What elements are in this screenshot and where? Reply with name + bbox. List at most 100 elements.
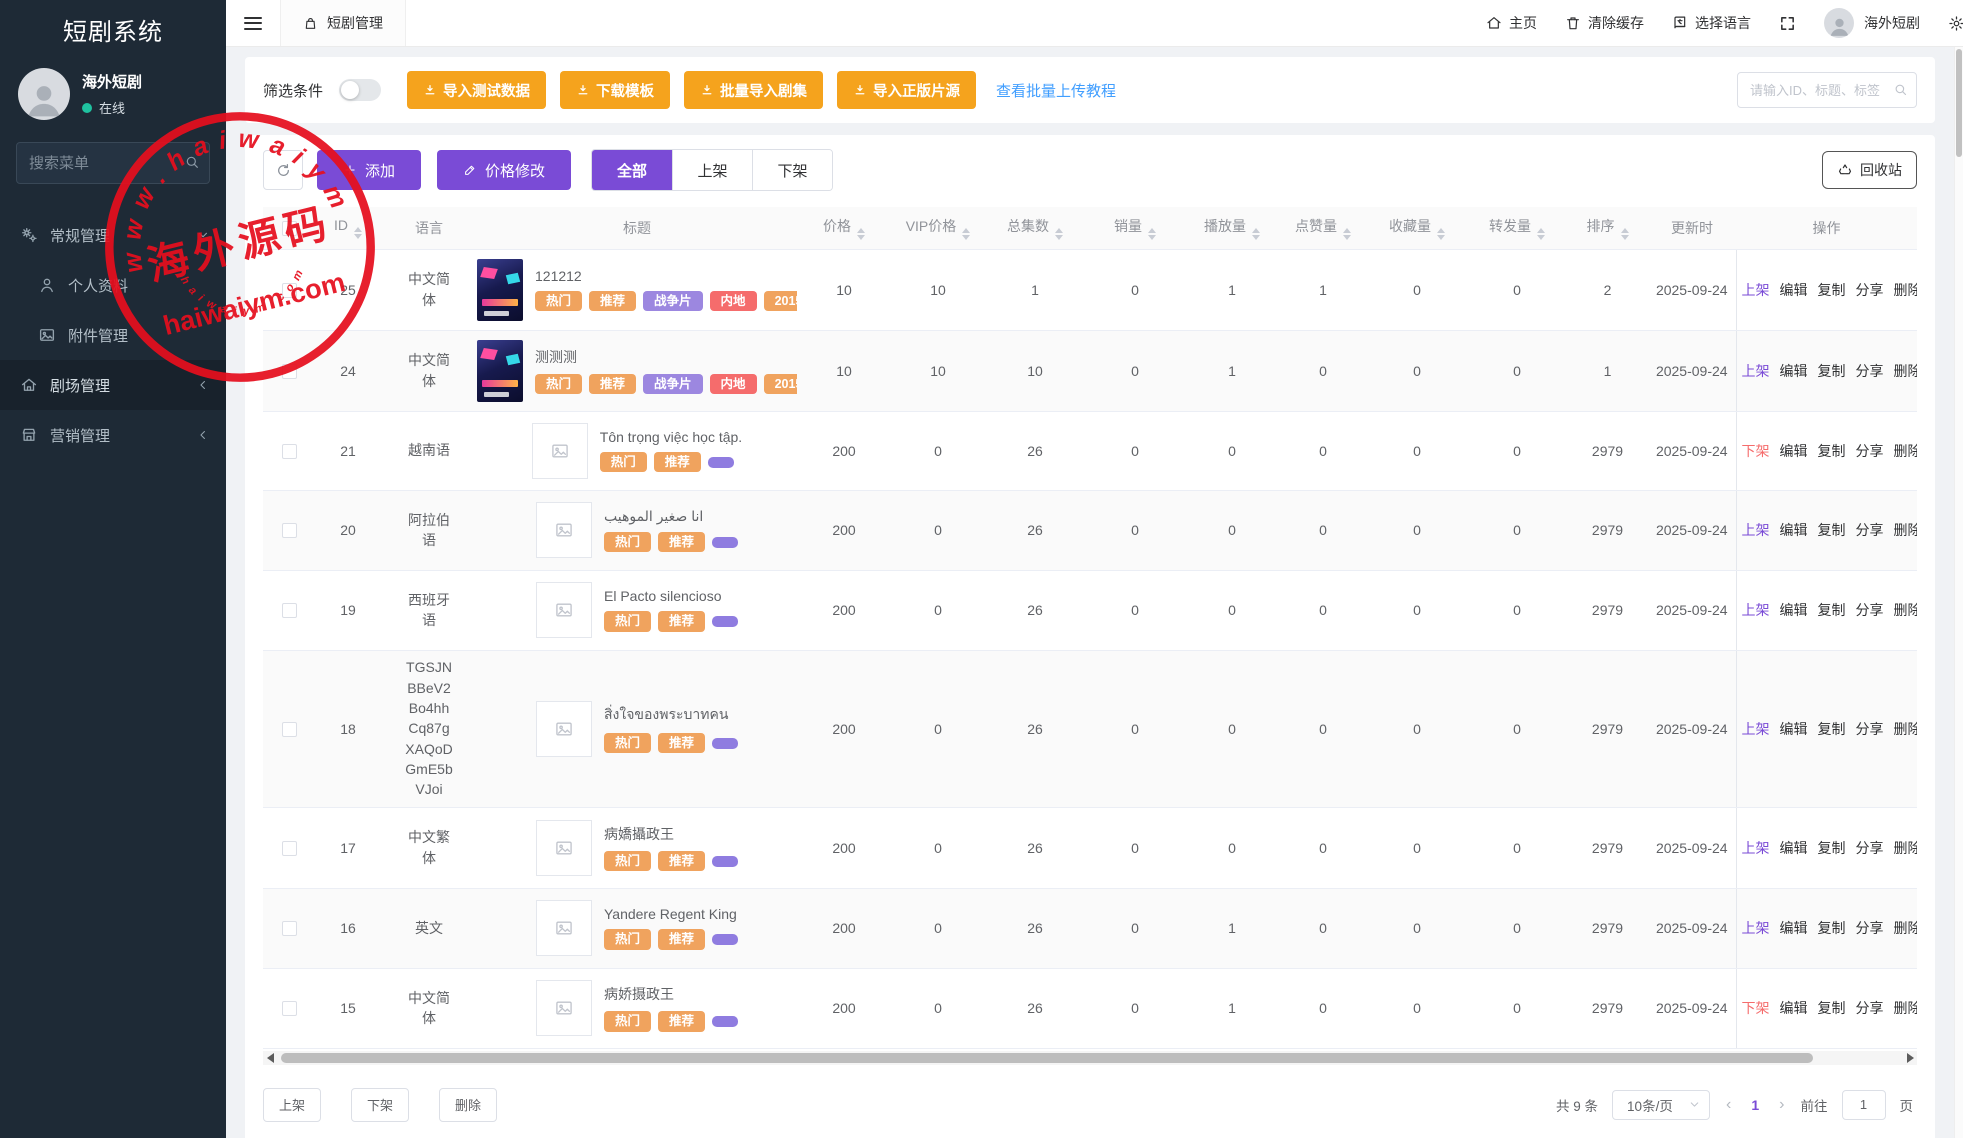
status-toggle-link[interactable]: 上架 [1742,282,1770,298]
poster-thumbnail[interactable] [477,339,523,402]
scrollbar-thumb[interactable] [1956,49,1962,157]
status-toggle-link[interactable]: 上架 [1742,920,1770,936]
sort-icon[interactable] [1148,227,1156,240]
op-link[interactable]: 编辑 [1780,721,1808,737]
row-checkbox[interactable] [281,840,297,856]
scroll-left-arrow[interactable] [263,1051,277,1065]
op-link[interactable]: 删除 [1894,721,1918,737]
status-toggle-link[interactable]: 上架 [1742,602,1770,618]
op-link[interactable]: 分享 [1856,920,1884,936]
batch-button-0[interactable]: 上架 [263,1087,322,1122]
settings-gear-icon[interactable] [1948,15,1963,32]
op-link[interactable]: 复制 [1818,363,1846,379]
prev-page-button[interactable]: ‹ [1724,1096,1733,1114]
import-button-0[interactable]: 导入测试数据 [407,71,547,109]
op-link[interactable]: 分享 [1856,840,1884,856]
status-toggle-link[interactable]: 上架 [1742,721,1770,737]
nav-link-0[interactable]: 主页 [1486,13,1537,33]
status-toggle-link[interactable]: 上架 [1742,363,1770,379]
op-link[interactable]: 编辑 [1780,363,1808,379]
op-link[interactable]: 编辑 [1780,443,1808,459]
status-toggle-link[interactable]: 上架 [1742,840,1770,856]
sidebar-item-2[interactable]: 附件管理 [0,310,226,360]
sort-icon[interactable] [1437,227,1445,240]
row-checkbox[interactable] [281,721,297,737]
sidebar-item-1[interactable]: 个人资料 [0,260,226,310]
refresh-button[interactable] [263,150,303,190]
table-search-input[interactable] [1737,72,1917,108]
select-all-checkbox[interactable] [281,221,297,237]
tab-drama-management[interactable]: 短剧管理 [280,0,406,46]
row-checkbox[interactable] [281,523,297,539]
op-link[interactable]: 编辑 [1780,282,1808,298]
op-link[interactable]: 复制 [1818,920,1846,936]
op-link[interactable]: 删除 [1894,443,1918,459]
fullscreen-button[interactable] [1779,15,1796,32]
filter-toggle[interactable] [339,79,382,101]
import-button-2[interactable]: 批量导入剧集 [684,71,824,109]
sort-icon[interactable] [1620,227,1629,240]
batch-button-1[interactable]: 下架 [351,1087,410,1122]
row-checkbox[interactable] [281,282,297,298]
poster-placeholder[interactable] [535,819,592,876]
op-link[interactable]: 编辑 [1780,840,1808,856]
op-link[interactable]: 分享 [1856,602,1884,618]
poster-placeholder[interactable] [535,900,592,956]
op-link[interactable]: 编辑 [1780,1000,1808,1016]
op-link[interactable]: 分享 [1856,1000,1884,1016]
sort-icon[interactable] [1343,227,1351,240]
op-link[interactable]: 复制 [1818,443,1846,459]
status-toggle-link[interactable]: 上架 [1742,522,1770,538]
batch-button-2[interactable]: 删除 [439,1087,498,1122]
op-link[interactable]: 删除 [1894,602,1918,618]
poster-placeholder[interactable] [535,700,592,757]
import-button-1[interactable]: 下载模板 [560,71,671,109]
menu-search-input[interactable] [16,142,210,184]
nav-link-2[interactable]: 选择语言 [1672,13,1751,33]
goto-page-input[interactable] [1841,1089,1886,1120]
segment-下架[interactable]: 下架 [752,150,833,190]
op-link[interactable]: 编辑 [1780,920,1808,936]
status-toggle-link[interactable]: 下架 [1742,443,1770,459]
sort-icon[interactable] [1537,227,1545,240]
sort-icon[interactable] [1252,227,1260,240]
op-link[interactable]: 复制 [1818,282,1846,298]
sidebar-item-0[interactable]: 常规管理 [0,210,226,260]
horizontal-scrollbar[interactable] [263,1050,1917,1065]
op-link[interactable]: 删除 [1894,920,1918,936]
op-link[interactable]: 编辑 [1780,522,1808,538]
sort-icon[interactable] [857,227,865,240]
price-edit-button[interactable]: 价格修改 [437,150,572,190]
segment-全部[interactable]: 全部 [592,150,673,190]
batch-upload-tutorial-link[interactable]: 查看批量上传教程 [996,80,1116,101]
segment-上架[interactable]: 上架 [672,150,753,190]
op-link[interactable]: 分享 [1856,443,1884,459]
op-link[interactable]: 分享 [1856,522,1884,538]
page-size-select[interactable]: 10条/页 [1612,1089,1711,1120]
row-checkbox[interactable] [281,1001,297,1017]
op-link[interactable]: 复制 [1818,602,1846,618]
poster-placeholder[interactable] [535,582,592,638]
op-link[interactable]: 复制 [1818,721,1846,737]
op-link[interactable]: 删除 [1894,282,1918,298]
next-page-button[interactable]: › [1777,1096,1786,1114]
add-button[interactable]: 添加 [317,150,422,190]
status-toggle-link[interactable]: 下架 [1742,1000,1770,1016]
op-link[interactable]: 编辑 [1780,602,1808,618]
op-link[interactable]: 分享 [1856,721,1884,737]
poster-placeholder[interactable] [535,502,592,558]
op-link[interactable]: 删除 [1894,522,1918,538]
op-link[interactable]: 复制 [1818,522,1846,538]
op-link[interactable]: 复制 [1818,1000,1846,1016]
op-link[interactable]: 删除 [1894,840,1918,856]
scroll-right-arrow[interactable] [1903,1051,1917,1065]
op-link[interactable]: 复制 [1818,840,1846,856]
sidebar-item-3[interactable]: 剧场管理 [0,360,226,410]
poster-placeholder[interactable] [531,422,588,479]
op-link[interactable]: 删除 [1894,1000,1918,1016]
sort-icon[interactable] [354,226,362,239]
sidebar-item-4[interactable]: 营销管理 [0,410,226,460]
poster-placeholder[interactable] [535,980,592,1036]
poster-thumbnail[interactable] [477,258,523,321]
op-link[interactable]: 分享 [1856,282,1884,298]
